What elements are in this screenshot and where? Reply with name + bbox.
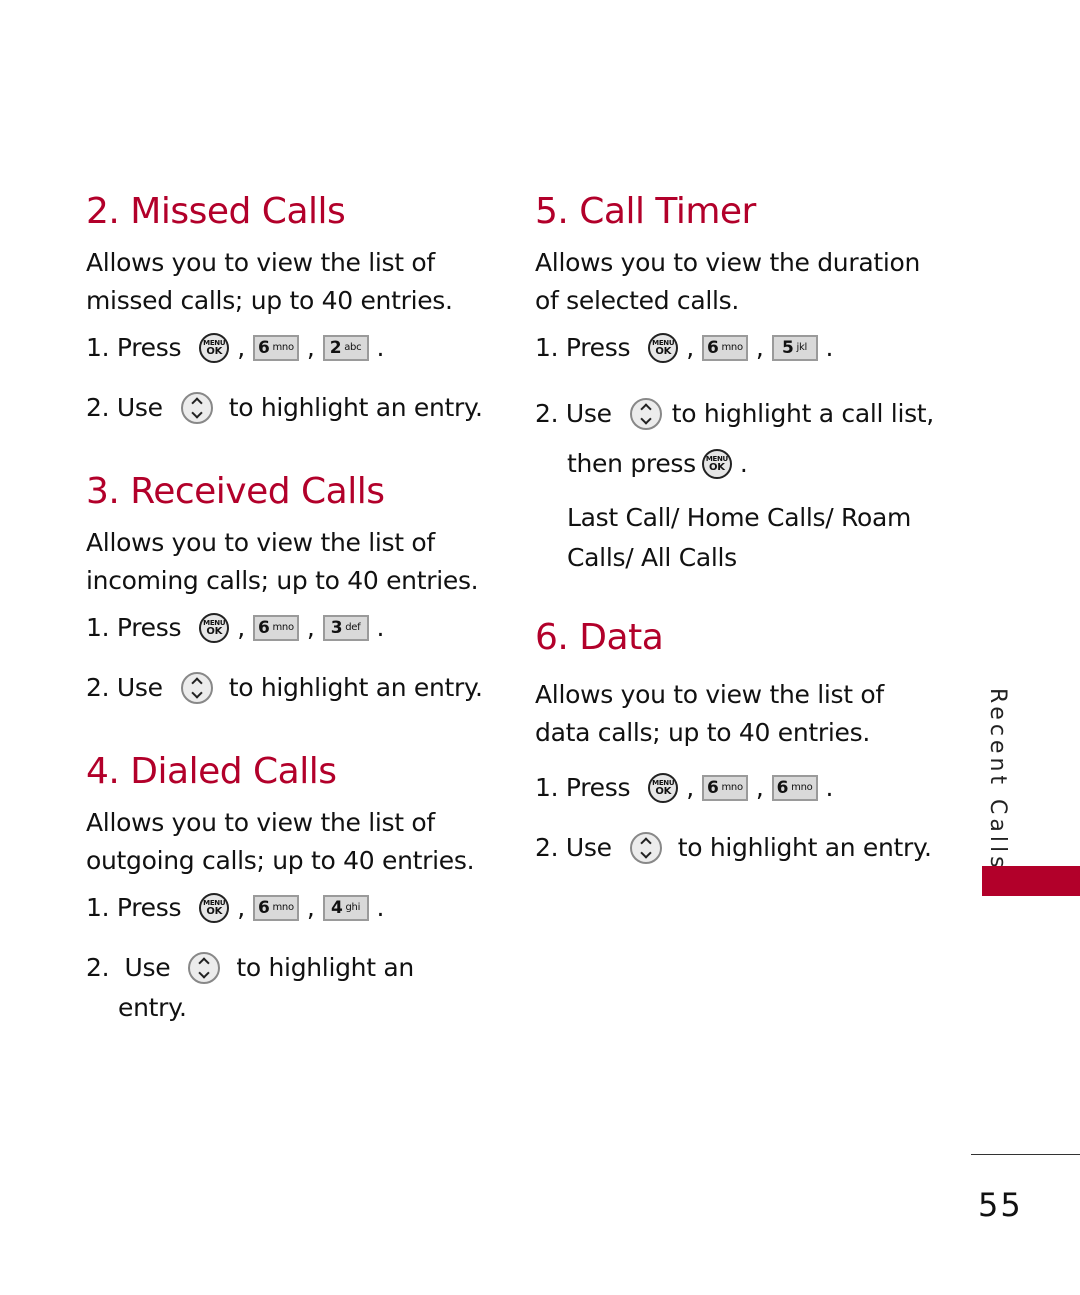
step-2: 2. Use to highlight an entry. [86, 392, 483, 424]
section-received-calls: 3. Received Calls Allows you to view the… [86, 468, 486, 708]
key-2-icon: 2 abc [322, 335, 369, 361]
step-1: 1. Press MENU OK , 6 mno , 6 mno . [535, 773, 834, 803]
step-1: 1. Press MENU OK , 6 mno , 4 ghi . [86, 893, 385, 923]
section-title: 6. Data [535, 617, 664, 658]
step-2: 2. Use to highlight an entry. [535, 832, 932, 864]
key-6-icon: 6 mno [252, 335, 299, 361]
navigation-key-icon [629, 832, 662, 864]
menu-ok-key-icon: MENU OK [199, 893, 230, 923]
step-2-continuation: entry. [118, 993, 187, 1022]
key-6-icon: 6 mno [252, 895, 299, 921]
step-2: 2. Use to highlight a call list, [535, 398, 934, 430]
menu-ok-key-icon: MENU OK [199, 333, 230, 363]
menu-ok-key-icon: MENU OK [199, 613, 230, 643]
step-2: 2. Use to highlight an entry. [86, 672, 483, 704]
key-4-icon: 4 ghi [322, 895, 369, 921]
menu-ok-key-icon: MENU OK [701, 449, 732, 479]
navigation-key-icon [188, 952, 221, 984]
step-2-continuation: then press MENU OK . [567, 449, 748, 479]
key-3-icon: 3 def [322, 615, 369, 641]
key-6-icon: 6 mno [771, 775, 818, 801]
section-title: 2. Missed Calls [86, 191, 346, 232]
menu-ok-key-icon: MENU OK [648, 333, 679, 363]
section-title: 4. Dialed Calls [86, 751, 337, 792]
section-dialed-calls: 4. Dialed Calls Allows you to view the l… [86, 748, 486, 1028]
section-missed-calls: 2. Missed Calls Allows you to view the l… [86, 188, 486, 428]
section-description: Allows you to view the duration of selec… [535, 248, 921, 315]
key-6-icon: 6 mno [701, 775, 748, 801]
submenu-options: Last Call/ Home Calls/ Roam Calls/ All C… [567, 503, 912, 572]
chapter-tab-marker [982, 866, 1080, 896]
menu-ok-key-icon: MENU OK [648, 773, 679, 803]
section-call-timer: 5. Call Timer Allows you to view the dur… [535, 188, 945, 578]
section-description: Allows you to view the list of data call… [535, 680, 884, 747]
left-column: 2. Missed Calls Allows you to view the l… [86, 188, 486, 1028]
section-description: Allows you to view the list of missed ca… [86, 248, 453, 315]
key-6-icon: 6 mno [252, 615, 299, 641]
section-description: Allows you to view the list of incoming … [86, 528, 479, 595]
section-title: 3. Received Calls [86, 471, 385, 512]
key-5-icon: 5 jkl [771, 335, 818, 361]
right-column: 5. Call Timer Allows you to view the dur… [535, 188, 945, 868]
navigation-key-icon [180, 672, 213, 704]
step-1: 1. Press MENU OK , 6 mno , 2 abc . [86, 333, 385, 363]
chapter-tab-label: Recent Calls [985, 688, 1010, 872]
page-number: 55 [978, 1186, 1023, 1224]
section-title: 5. Call Timer [535, 191, 756, 232]
key-6-icon: 6 mno [701, 335, 748, 361]
section-data: 6. Data Allows you to view the list of d… [535, 614, 945, 868]
navigation-key-icon [180, 392, 213, 424]
footer-divider [971, 1154, 1080, 1155]
step-1: 1. Press MENU OK , 6 mno , 5 jkl . [535, 333, 834, 363]
step-2: 2. Use to highlight an [86, 952, 414, 984]
step-1: 1. Press MENU OK , 6 mno , 3 def . [86, 613, 385, 643]
section-description: Allows you to view the list of outgoing … [86, 808, 475, 875]
navigation-key-icon [629, 398, 662, 430]
